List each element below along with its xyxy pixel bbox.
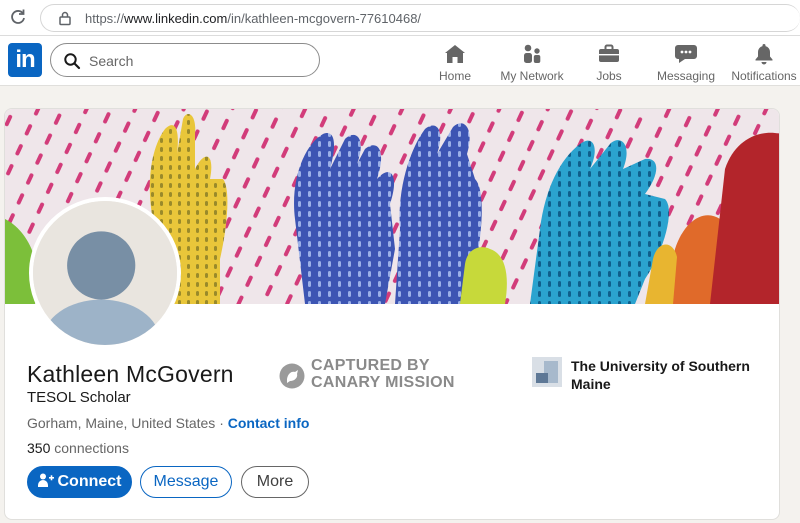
search-icon [64, 53, 81, 70]
message-icon [675, 45, 697, 63]
nav-notifications-label: Notifications [731, 69, 797, 83]
school-name[interactable]: The University of Southern Maine [571, 357, 761, 393]
address-bar[interactable]: https://www.linkedin.com/in/kathleen-mcg… [40, 4, 800, 32]
nav-network-label: My Network [500, 69, 564, 83]
lock-icon[interactable] [57, 10, 73, 26]
url-path: /in/kathleen-mcgovern-77610468/ [227, 11, 422, 26]
contact-info-link[interactable]: Contact info [228, 415, 310, 431]
canary-mission-watermark: CAPTURED BY CANARY MISSION [277, 357, 457, 397]
connect-button[interactable]: Connect [27, 466, 132, 498]
message-button[interactable]: Message [140, 466, 232, 498]
linkedin-logo[interactable]: in [8, 43, 42, 77]
url-host: www.linkedin.com [124, 11, 228, 26]
profile-card: Kathleen McGovern TESOL Scholar Gorham, … [4, 108, 780, 520]
school-logo[interactable] [532, 357, 562, 387]
search-input[interactable] [89, 51, 309, 71]
bell-icon [755, 44, 773, 65]
url-text[interactable]: https://www.linkedin.com/in/kathleen-mcg… [85, 11, 421, 26]
briefcase-icon [599, 44, 619, 62]
nav-home[interactable]: Home [430, 40, 480, 84]
search-box[interactable] [50, 43, 320, 77]
profile-headline: TESOL Scholar [27, 389, 131, 406]
profile-name: Kathleen McGovern [27, 361, 234, 387]
top-nav: in Home My Network Jobs [0, 36, 800, 86]
watermark-line-1: CAPTURED BY [311, 357, 430, 374]
nav-jobs-label: Jobs [596, 69, 622, 83]
nav-jobs[interactable]: Jobs [585, 40, 633, 84]
watermark-text: CAPTURED BY CANARY MISSION [311, 357, 455, 391]
browser-toolbar: https://www.linkedin.com/in/kathleen-mcg… [0, 0, 800, 36]
connections-label: connections [50, 440, 129, 456]
add-person-icon [37, 473, 54, 488]
avatar[interactable] [29, 197, 181, 349]
home-icon [445, 45, 465, 63]
network-icon [524, 44, 541, 63]
nav-my-network[interactable]: My Network [492, 40, 572, 84]
connect-label: Connect [57, 473, 122, 490]
reload-icon[interactable] [8, 7, 28, 27]
nav-messaging-label: Messaging [656, 69, 716, 83]
profile-location-line: Gorham, Maine, United States · Contact i… [27, 415, 309, 431]
more-button[interactable]: More [241, 466, 309, 498]
nav-messaging[interactable]: Messaging [652, 40, 720, 84]
profile-location: Gorham, Maine, United States [27, 415, 216, 431]
watermark-line-2: CANARY MISSION [311, 374, 455, 391]
connections-count: 350 [27, 440, 51, 456]
nav-home-label: Home [438, 69, 471, 83]
connections-line[interactable]: 350 connections [27, 440, 129, 456]
location-separator: · [215, 415, 228, 431]
url-prefix: https:// [85, 11, 125, 26]
default-avatar-icon [33, 201, 177, 345]
nav-notifications[interactable]: Notifications [728, 40, 800, 84]
canary-bird-icon [279, 363, 305, 389]
